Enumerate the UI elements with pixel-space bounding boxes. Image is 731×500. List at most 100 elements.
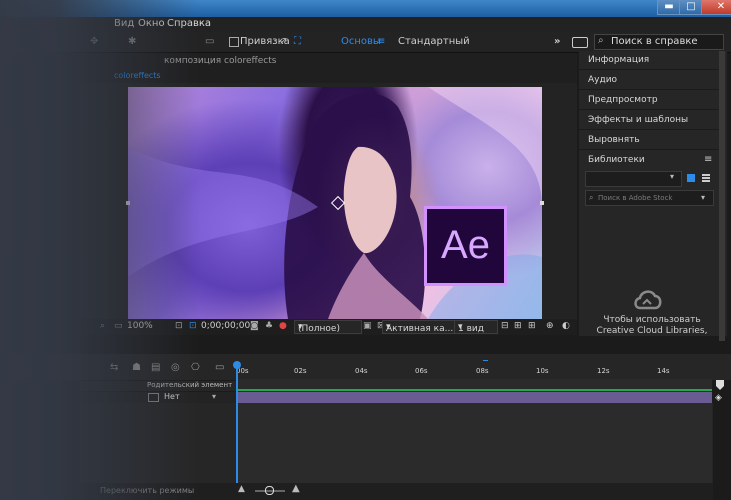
- view-layout-value: 1 вид: [458, 324, 484, 334]
- fast-preview-icon[interactable]: ⊞: [514, 321, 522, 331]
- panel-preview[interactable]: Предпросмотр: [579, 91, 719, 110]
- minimize-icon: ▬: [664, 1, 674, 12]
- bounding-handle-left[interactable]: [126, 201, 130, 205]
- menu-bar: Вид Окно Справка: [0, 17, 731, 32]
- bounding-handle-right[interactable]: [540, 201, 544, 205]
- marker-icon[interactable]: ◈: [715, 393, 722, 403]
- parent-pickwhip-icon[interactable]: [148, 393, 159, 402]
- maximize-icon: □: [686, 1, 696, 12]
- resolution-select[interactable]: (Полное) ▾: [294, 320, 362, 334]
- magnifier-icon[interactable]: ⌕: [100, 321, 105, 331]
- snapshot-icon[interactable]: ◙: [250, 321, 259, 331]
- help-search-placeholder: Поиск в справке: [611, 36, 698, 47]
- library-select[interactable]: ▾: [585, 171, 682, 187]
- frame-blending-icon[interactable]: ▤: [151, 362, 160, 373]
- draft-3d-icon[interactable]: ⇆: [110, 362, 118, 373]
- comp-end-marker[interactable]: [716, 380, 724, 390]
- panel-effects-presets[interactable]: Эффекты и шаблоны: [579, 111, 719, 130]
- display-icon[interactable]: ▭: [114, 321, 123, 331]
- creative-cloud-icon: [634, 290, 662, 310]
- right-panel-scrollbar[interactable]: [719, 51, 725, 341]
- snap-options-icon[interactable]: ↗: [279, 36, 287, 47]
- snap-checkbox[interactable]: [229, 37, 239, 47]
- zoom-in-icon[interactable]: ▲: [292, 483, 300, 494]
- search-icon: ⌕: [598, 35, 604, 46]
- pin-tool-icon[interactable]: ✥: [90, 36, 98, 47]
- libraries-message: Чтобы использовать Creative Cloud Librar…: [596, 315, 708, 336]
- pixel-aspect-icon[interactable]: ⊟: [501, 321, 509, 331]
- ruler-label: 02s: [294, 367, 307, 375]
- region-of-interest-icon[interactable]: ▣: [363, 321, 372, 331]
- shape-tool-icon[interactable]: ▭: [205, 36, 214, 47]
- shy-layers-icon[interactable]: ☗: [132, 362, 141, 373]
- maximize-button[interactable]: □: [679, 0, 703, 15]
- comp-flowchart-icon[interactable]: ▭: [215, 362, 224, 373]
- graph-editor-icon[interactable]: ⎔: [191, 362, 200, 373]
- view-layout-select[interactable]: 1 вид ▾: [454, 320, 498, 334]
- more-workspaces-icon[interactable]: »: [554, 36, 560, 47]
- parent-column-header: Родительский элемент: [147, 381, 233, 389]
- puppet-tool-icon[interactable]: ✱: [128, 36, 136, 47]
- playhead-handle[interactable]: [233, 361, 241, 369]
- motion-blur-icon[interactable]: ◎: [171, 362, 180, 373]
- camera-value: Активная ка...: [386, 324, 454, 334]
- zoom-out-icon[interactable]: ▲: [238, 484, 245, 494]
- toggle-modes-label[interactable]: Переключить режимы: [100, 486, 194, 495]
- snap-grid-icon[interactable]: ⛶: [294, 36, 301, 47]
- exposure-icon[interactable]: ◐: [562, 321, 570, 331]
- chevron-down-icon: ▾: [670, 172, 675, 181]
- composition-title: композиция coloreffects: [164, 56, 277, 66]
- timeline-bottom-bar: Переключить режимы ▲ ▲: [80, 483, 713, 500]
- safe-zones-icon[interactable]: ⊡: [175, 321, 183, 331]
- menu-item-help[interactable]: Справка: [167, 18, 211, 29]
- panel-align[interactable]: Выровнять: [579, 131, 719, 150]
- workspace-main-tab[interactable]: Основы: [341, 36, 381, 47]
- ruler-label: 06s: [415, 367, 428, 375]
- resolution-value: (Полное): [298, 324, 340, 334]
- window-titlebar: [0, 0, 731, 17]
- ruler-label: 04s: [355, 367, 368, 375]
- stock-search-input[interactable]: ⌕ Поиск в Adobe Stock ▾: [585, 190, 714, 206]
- menu-item-window[interactable]: Окно: [138, 18, 165, 29]
- workspace-standard-tab[interactable]: Стандартный: [398, 36, 470, 47]
- playhead-line[interactable]: [236, 364, 238, 485]
- grid-view-icon[interactable]: [687, 174, 695, 182]
- time-ruler[interactable]: 00s 02s 04s 06s 08s 10s 12s 14s: [236, 361, 710, 380]
- parent-chevron-icon[interactable]: ▾: [212, 392, 216, 401]
- stock-search-placeholder: Поиск в Adobe Stock: [598, 194, 673, 202]
- viewer-controls: ⌕ ▭ 100% ⊡ ⊡ 0;00;00;00 ◙ ♣ ● (Полное) ▾…: [80, 319, 577, 335]
- zoom-select[interactable]: 100%: [127, 321, 153, 331]
- workspace-menu-icon[interactable]: ≡: [377, 36, 385, 47]
- layer-duration-bar[interactable]: [236, 389, 712, 391]
- minimize-button[interactable]: ▬: [657, 0, 681, 15]
- list-view-icon[interactable]: [702, 174, 710, 182]
- panel-info[interactable]: Информация: [579, 51, 719, 70]
- panel-audio[interactable]: Аудио: [579, 71, 719, 90]
- flowchart-icon[interactable]: ⊕: [546, 321, 554, 331]
- libraries-menu-icon[interactable]: ≡: [704, 154, 712, 165]
- menu-item-view[interactable]: Вид: [114, 18, 134, 29]
- camera-select[interactable]: Активная ка... ▾: [382, 320, 460, 334]
- sync-settings-icon[interactable]: [572, 37, 588, 48]
- parent-select[interactable]: Нет: [164, 392, 180, 401]
- layer-bar[interactable]: [236, 392, 712, 403]
- show-snapshot-icon[interactable]: ♣: [265, 321, 273, 331]
- panel-libraries-title[interactable]: Библиотеки: [579, 151, 719, 170]
- ruler-label: 10s: [536, 367, 549, 375]
- timeline-link-icon[interactable]: ⊞: [528, 321, 536, 331]
- close-icon: ✕: [716, 1, 726, 12]
- ruler-label: 14s: [657, 367, 670, 375]
- composition-panel-header: композиция coloreffects coloreffects: [80, 53, 577, 83]
- zoom-slider-knob[interactable]: [265, 486, 274, 495]
- stock-search-icon: ⌕: [589, 193, 594, 202]
- close-button[interactable]: ✕: [701, 0, 731, 15]
- timecode-display[interactable]: 0;00;00;00: [201, 321, 250, 331]
- color-channels-icon[interactable]: ●: [279, 321, 287, 331]
- stock-search-dropdown-icon[interactable]: ▾: [701, 191, 705, 205]
- help-search-input[interactable]: ⌕ Поиск в справке: [594, 34, 724, 50]
- ruler-label: 08s: [476, 367, 489, 375]
- composition-tab-label: coloreffects: [114, 71, 161, 80]
- mask-visibility-icon[interactable]: ⊡: [189, 321, 197, 331]
- ruler-label: 12s: [597, 367, 610, 375]
- composition-tab[interactable]: coloreffects: [114, 71, 161, 80]
